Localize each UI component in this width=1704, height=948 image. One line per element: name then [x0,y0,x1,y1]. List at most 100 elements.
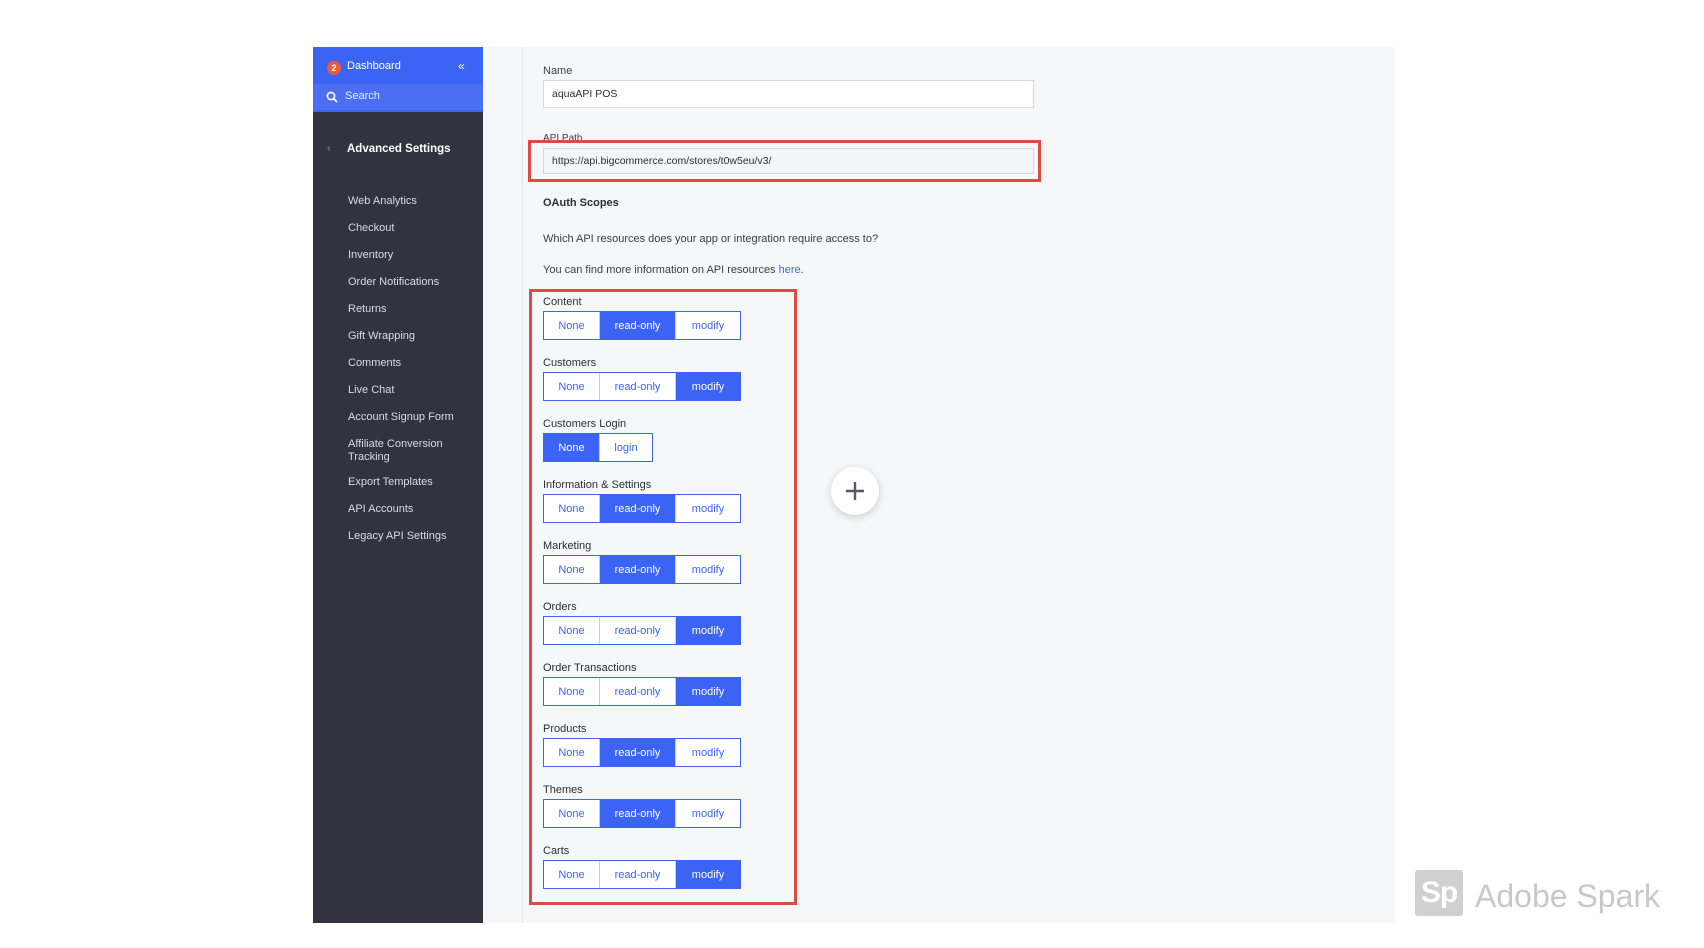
sidebar-item[interactable]: Order Notifications [348,276,478,289]
scope-group: Marketing None read-only modify [543,540,783,601]
scope-option-none-button[interactable]: None [544,800,600,827]
oauth-question: Which API resources does your app or int… [543,233,879,245]
name-label: Name [543,65,573,77]
double-chevron-left-icon[interactable]: « [458,59,465,73]
scope-option-read-only-button[interactable]: read-only [600,678,676,705]
add-button[interactable] [831,467,879,515]
scope-label: Content [543,296,582,308]
scope-option-read-only-button[interactable]: read-only [600,739,676,766]
scope-toggle-group: None read-only modify [543,311,741,340]
scope-option-read-only-button[interactable]: read-only [600,373,676,400]
scope-toggle-group: None read-only modify [543,555,741,584]
oauth-info-text: You can find more information on API res… [543,264,779,276]
scope-toggle-group: None read-only modify [543,494,741,523]
scope-label: Customers [543,357,597,369]
scope-option-none-button[interactable]: None [544,434,600,461]
name-input[interactable]: aquaAPI POS [543,80,1034,108]
sidebar-item[interactable]: Account Signup Form [348,411,478,424]
scope-group: Themes None read-only modify [543,784,783,845]
scope-option-modify-button[interactable]: modify [676,861,740,888]
scope-option-read-only-button[interactable]: read-only [600,312,676,339]
scope-label: Information & Settings [543,479,652,491]
scope-option-read-only-button[interactable]: read-only [600,495,676,522]
search-icon [326,91,338,103]
chevron-left-icon[interactable]: ‹ [327,143,330,154]
scope-label: Orders [543,601,577,613]
oauth-info-suffix: . [800,264,804,276]
scope-toggle-group: None read-only modify [543,372,741,401]
sidebar-item[interactable]: Returns [348,303,478,316]
scope-option-none-button[interactable]: None [544,617,600,644]
dashboard-label: Dashboard [347,60,401,72]
sidebar-item[interactable]: Gift Wrapping [348,330,478,343]
scope-label: Products [543,723,587,735]
scope-group: Content None read-only modify [543,296,783,357]
scope-option-none-button[interactable]: None [544,495,600,522]
scope-label: Customers Login [543,418,627,430]
scope-option-none-button[interactable]: None [544,556,600,583]
scope-toggle-group: None read-only modify [543,616,741,645]
scope-option-modify-button[interactable]: modify [676,495,740,522]
scope-toggle-group: None login [543,433,653,462]
oauth-scopes-title: OAuth Scopes [543,197,619,209]
sidebar-menu: Web Analytics Checkout Inventory Order Noti… [348,195,478,557]
scope-option-none-button[interactable]: None [544,678,600,705]
scope-option-modify-button[interactable]: modify [676,739,740,766]
scope-group: Order Transactions None read-only modify [543,662,783,723]
scope-toggle-group: None read-only modify [543,677,741,706]
app-window: 2 Dashboard « Search ‹ Advanced Settings… [313,47,1395,923]
sidebar-item[interactable]: Legacy API Settings [348,530,478,543]
oauth-scopes-list: Content None read-only modify Customers None r… [543,296,783,906]
sidebar-item[interactable]: API Accounts [348,503,478,516]
scope-option-read-only-button[interactable]: read-only [600,556,676,583]
sidebar: 2 Dashboard « Search ‹ Advanced Settings… [313,47,483,923]
scope-option-modify-button[interactable]: modify [676,800,740,827]
api-path-highlight [528,140,1041,182]
scope-option-modify-button[interactable]: modify [676,373,740,400]
sidebar-item[interactable]: Checkout [348,222,478,235]
scope-label: Themes [543,784,583,796]
scope-toggle-group: None read-only modify [543,799,741,828]
scope-option-modify-button[interactable]: modify [676,617,740,644]
sidebar-item[interactable]: Live Chat [348,384,478,397]
scope-option-none-button[interactable]: None [544,312,600,339]
scope-group: Carts None read-only modify [543,845,783,906]
search-label: Search [345,90,380,102]
divider [522,47,523,923]
section-title: Advanced Settings [347,143,451,155]
oauth-help-link[interactable]: here [779,264,801,276]
scope-group: Information & Settings None read-only modif… [543,479,783,540]
sidebar-search[interactable]: Search [313,84,483,110]
scope-option-none-button[interactable]: None [544,739,600,766]
scope-label: Order Transactions [543,662,637,674]
dashboard-link[interactable]: 2 Dashboard « [313,55,483,81]
scope-label: Carts [543,845,570,857]
oauth-info: You can find more information on API res… [543,264,804,276]
sidebar-item[interactable]: Web Analytics [348,195,478,208]
scope-option-modify-button[interactable]: modify [676,678,740,705]
scope-label: Marketing [543,540,592,552]
scope-option-read-only-button[interactable]: read-only [600,861,676,888]
adobe-spark-logo: Sp [1415,870,1463,916]
scope-group: Products None read-only modify [543,723,783,784]
notification-badge: 2 [327,61,341,75]
scope-toggle-group: None read-only modify [543,860,741,889]
scope-option-modify-button[interactable]: modify [676,556,740,583]
scope-option-none-button[interactable]: None [544,861,600,888]
adobe-spark-watermark: Sp Adobe Spark [1415,868,1675,918]
plus-icon [846,482,864,500]
scope-option-read-only-button[interactable]: read-only [600,617,676,644]
sidebar-item[interactable]: Affiliate Conversion Tracking [348,438,478,464]
scope-option-modify-button[interactable]: modify [676,312,740,339]
watermark-text: Adobe Spark [1475,878,1661,914]
scope-group: Customers Login None login [543,418,783,479]
scope-option-none-button[interactable]: None [544,373,600,400]
scope-group: Customers None read-only modify [543,357,783,418]
sidebar-item[interactable]: Inventory [348,249,478,262]
scope-option-read-only-button[interactable]: read-only [600,800,676,827]
scope-group: Orders None read-only modify [543,601,783,662]
sidebar-item[interactable]: Comments [348,357,478,370]
scope-option-login-button[interactable]: login [600,434,652,461]
sidebar-item[interactable]: Export Templates [348,476,478,489]
scope-toggle-group: None read-only modify [543,738,741,767]
